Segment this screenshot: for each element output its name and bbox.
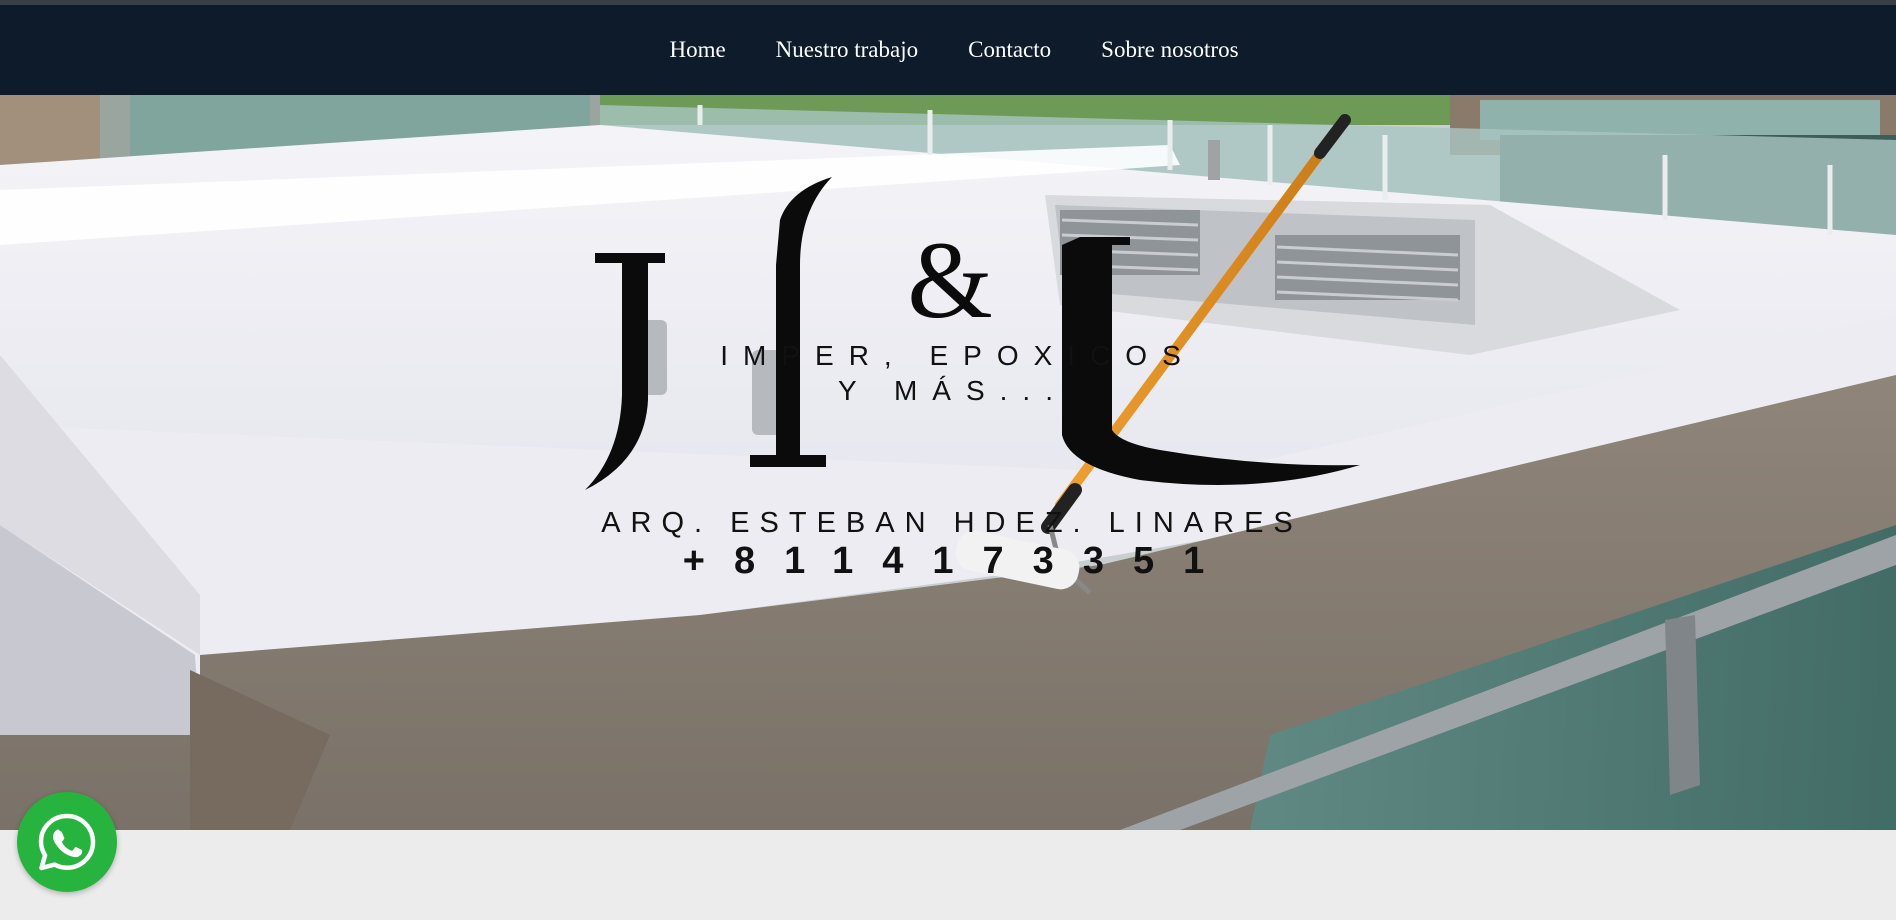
- brand-logo: & IMPER, EPOXICOS Y MÁS... ARQ. ESTEBAN …: [0, 95, 1896, 830]
- whatsapp-button[interactable]: [17, 792, 117, 892]
- logo-tagline-1: IMPER, EPOXICOS: [720, 340, 1196, 371]
- ampersand-glyph: &: [907, 219, 993, 341]
- nav-contacto[interactable]: Contacto: [968, 37, 1051, 63]
- nav-home[interactable]: Home: [669, 37, 725, 63]
- nav-nuestro-trabajo[interactable]: Nuestro trabajo: [776, 37, 918, 63]
- whatsapp-icon: [38, 813, 96, 871]
- hero-banner: & IMPER, EPOXICOS Y MÁS... ARQ. ESTEBAN …: [0, 95, 1896, 830]
- logo-tagline-2: Y MÁS...: [838, 375, 1068, 406]
- nav-links: Home Nuestro trabajo Contacto Sobre noso…: [0, 5, 1896, 95]
- nav-sobre-nosotros[interactable]: Sobre nosotros: [1101, 37, 1238, 63]
- navbar: Home Nuestro trabajo Contacto Sobre noso…: [0, 5, 1896, 95]
- logo-owner-name: ARQ. ESTEBAN HDEZ. LINARES: [601, 507, 1303, 539]
- content-section: [0, 830, 1896, 920]
- logo-phone-number: +8114173351: [682, 540, 1234, 582]
- logo-letters-graphic: &: [585, 177, 1360, 490]
